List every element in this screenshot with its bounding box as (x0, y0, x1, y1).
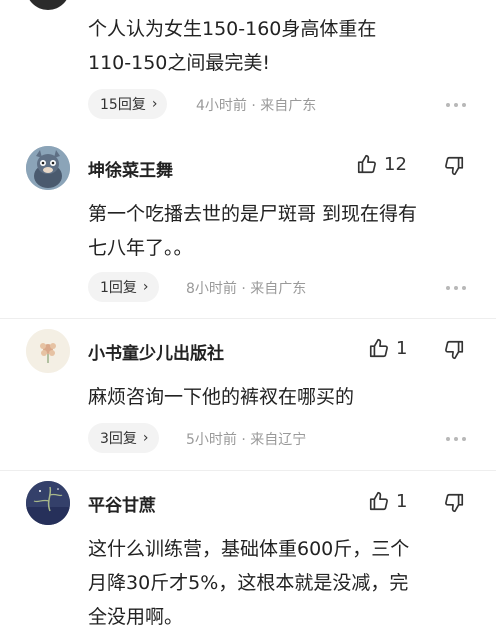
dislike-button[interactable] (443, 155, 465, 181)
reply-count-label: 1回复 (100, 280, 137, 296)
comment-line: 月降30斤才5%，这根本就是没减，完 (88, 572, 409, 594)
more-dots-icon[interactable] (446, 286, 466, 290)
chevron-right-icon: › (142, 279, 149, 295)
like-count: 1 (396, 337, 408, 359)
comment-content: 麻烦咨询一下他的裤衩在哪买的 (88, 380, 488, 414)
comment-line: 第一个吃播去世的是尸斑哥 到现在得有 (88, 203, 418, 225)
comment-meta: 8小时前 · 来自广东 (186, 281, 307, 297)
chevron-right-icon: › (151, 96, 158, 112)
dislike-button[interactable] (443, 339, 465, 365)
thumbs-down-icon (445, 156, 464, 176)
comment-meta: 4小时前 · 来自广东 (196, 98, 317, 114)
comment-line: 个人认为女生150-160身高体重在 (88, 18, 377, 40)
comment-line: 麻烦咨询一下他的裤衩在哪买的 (88, 386, 355, 408)
divider (0, 470, 496, 471)
thumbs-up-icon (369, 491, 388, 511)
avatar-image (26, 329, 70, 373)
comment-line: 110-150之间最完美! (88, 52, 271, 74)
more-dots-icon[interactable] (446, 103, 466, 107)
comment-content: 个人认为女生150-160身高体重在 110-150之间最完美! (88, 12, 488, 80)
like-count: 1 (396, 490, 408, 512)
thumbs-down-icon (445, 493, 464, 513)
comment-meta: 5小时前 · 来自辽宁 (186, 432, 307, 448)
avatar[interactable] (26, 481, 70, 525)
reply-count-button[interactable]: 15回复 › (88, 89, 168, 119)
username[interactable]: 小书童少儿出版社 (88, 339, 224, 364)
avatar-image (26, 481, 70, 525)
reply-count-button[interactable]: 3回复 › (88, 423, 159, 453)
avatar[interactable] (26, 329, 70, 373)
avatar-image (26, 146, 70, 190)
like-count: 12 (384, 153, 407, 175)
thumbs-down-icon (445, 340, 464, 360)
dislike-button[interactable] (443, 492, 465, 518)
comment-content: 第一个吃播去世的是尸斑哥 到现在得有 七八年了。。 (88, 197, 488, 265)
reply-count-label: 15回复 (100, 97, 146, 113)
comment-line: 全没用啊。 (88, 606, 184, 628)
avatar[interactable] (26, 146, 70, 190)
divider (0, 318, 496, 319)
reply-count-label: 3回复 (100, 431, 137, 447)
like-button[interactable]: 1 (368, 337, 407, 359)
thumbs-up-icon (369, 338, 388, 358)
avatar-partial[interactable] (26, 0, 70, 10)
like-button[interactable]: 12 (356, 153, 407, 175)
chevron-right-icon: › (142, 430, 149, 446)
comment-line: 这什么训练营，基础体重600斤，三个 (88, 538, 410, 560)
comment-line: 七八年了。。 (88, 237, 193, 259)
comment-content: 这什么训练营，基础体重600斤，三个 月降30斤才5%，这根本就是没减，完 全没… (88, 532, 488, 634)
username[interactable]: 平谷甘蔗 (88, 491, 156, 516)
like-button[interactable]: 1 (368, 490, 407, 512)
username[interactable]: 坤徐菜王舞 (88, 156, 173, 181)
thumbs-up-icon (357, 154, 376, 174)
reply-count-button[interactable]: 1回复 › (88, 272, 159, 302)
more-dots-icon[interactable] (446, 437, 466, 441)
